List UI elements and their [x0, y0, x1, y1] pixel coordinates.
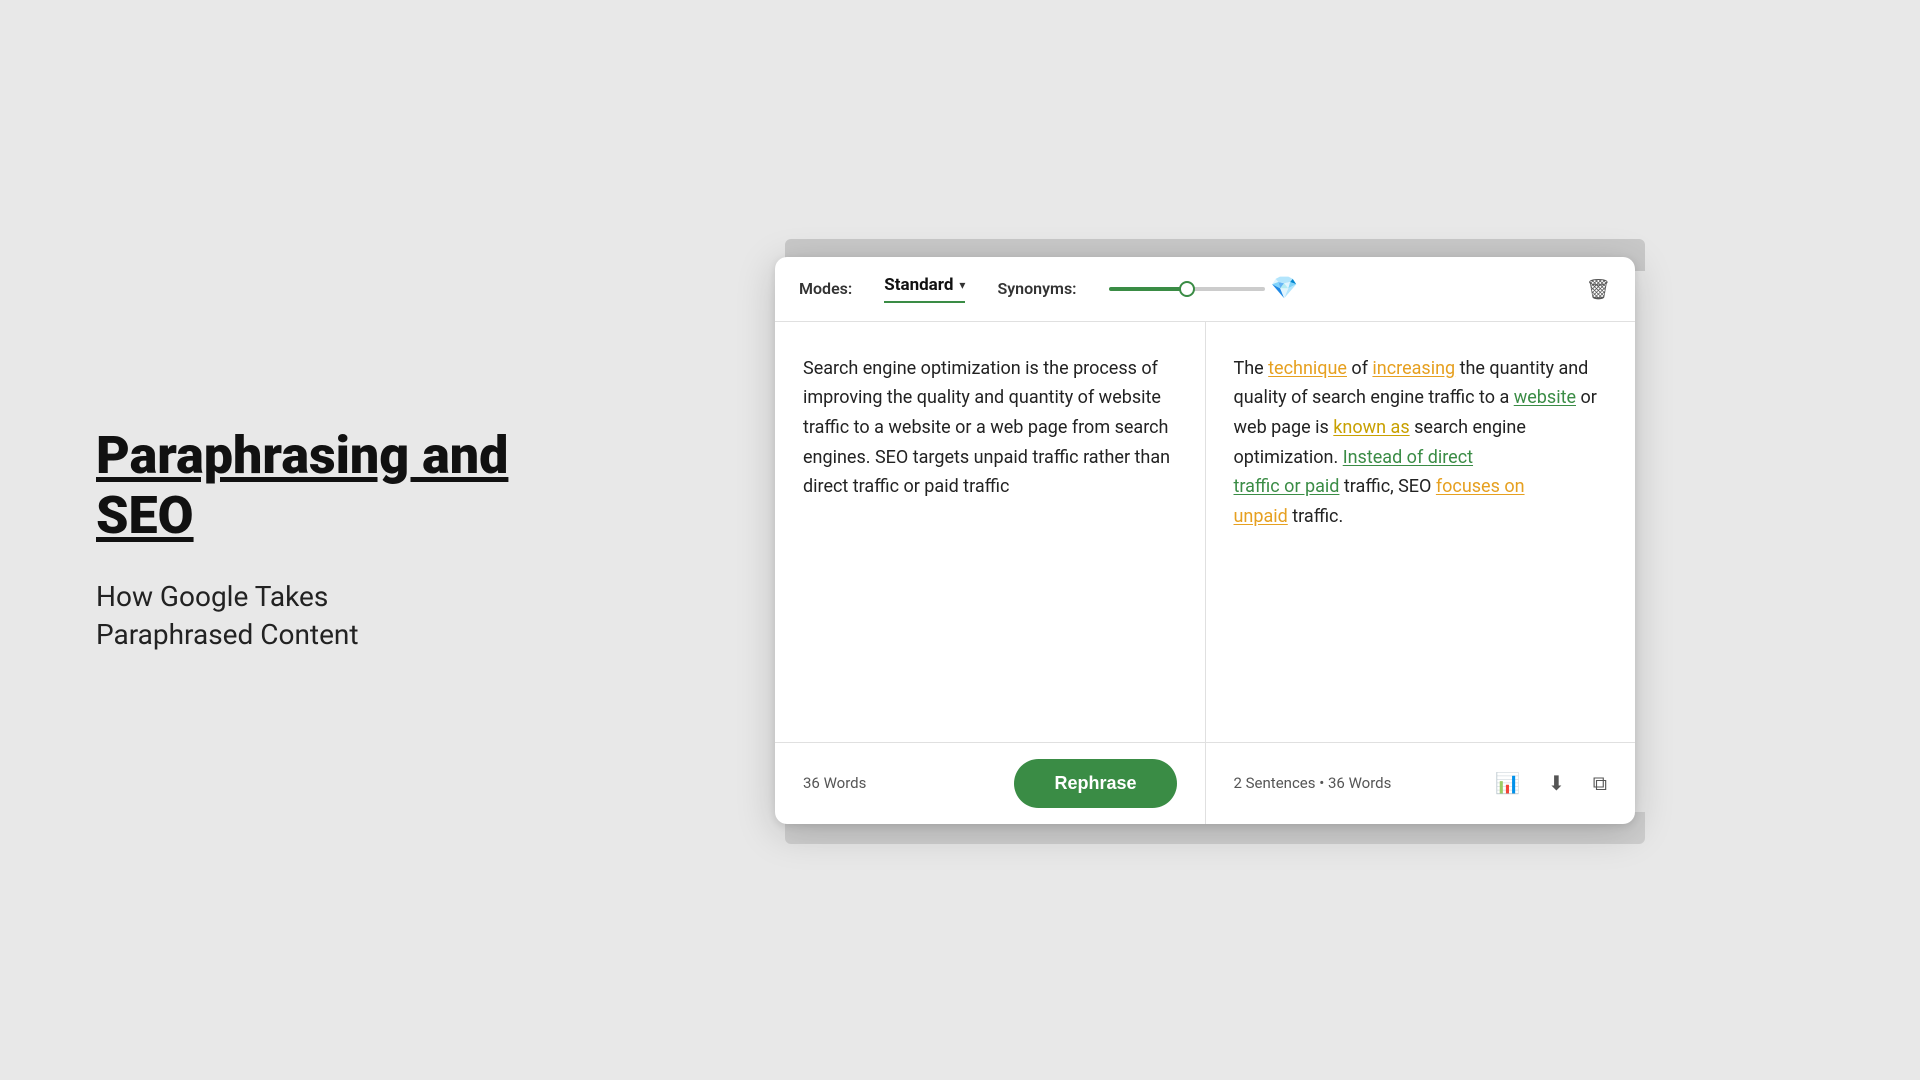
synonyms-slider[interactable]: 💎	[1109, 276, 1298, 301]
highlight-unpaid: unpaid	[1234, 506, 1288, 527]
highlight-increasing: increasing	[1372, 358, 1455, 379]
right-section: Modes: Standard ▾ Synonyms: 💎 🗑	[530, 257, 1920, 824]
input-text: Search engine optimization is the proces…	[803, 354, 1177, 502]
tool-wrapper: Modes: Standard ▾ Synonyms: 💎 🗑	[775, 257, 1635, 824]
highlight-technique: technique	[1268, 358, 1347, 379]
synonyms-label: Synonyms:	[997, 279, 1076, 298]
highlight-known-as: known as	[1333, 417, 1409, 438]
page-title: Paraphrasing and SEO	[96, 426, 530, 546]
page-subtitle: How Google Takes Paraphrased Content	[96, 578, 530, 654]
left-section: Paraphrasing and SEO How Google Takes Pa…	[0, 426, 530, 653]
delete-button[interactable]: 🗑	[1586, 277, 1611, 301]
left-footer: 36 Words Rephrase	[775, 743, 1206, 824]
tool-card: Modes: Standard ▾ Synonyms: 💎 🗑	[775, 257, 1635, 824]
rephrase-button[interactable]: Rephrase	[1014, 759, 1176, 808]
mode-value: Standard	[884, 275, 953, 295]
toolbar: Modes: Standard ▾ Synonyms: 💎 🗑	[775, 257, 1635, 322]
output-panel: The technique of increasing the quantity…	[1206, 322, 1636, 742]
right-footer: 2 Sentences • 36 Words 📊 ⬇ ⧉	[1206, 743, 1636, 824]
slider-empty-track	[1193, 287, 1265, 291]
download-icon-button[interactable]: ⬇	[1548, 771, 1565, 795]
highlight-focuses-on: focuses on	[1436, 476, 1525, 497]
slider-filled-track	[1109, 287, 1181, 291]
slider-thumb[interactable]	[1179, 281, 1195, 297]
highlight-instead: Instead of direct	[1343, 447, 1473, 468]
highlight-website: website	[1514, 387, 1576, 408]
highlight-traffic-or-paid: traffic or paid	[1234, 476, 1340, 497]
modes-label: Modes:	[799, 279, 852, 298]
footer: 36 Words Rephrase 2 Sentences • 36 Words…	[775, 742, 1635, 824]
input-panel[interactable]: Search engine optimization is the proces…	[775, 322, 1206, 742]
diamond-icon: 💎	[1271, 276, 1298, 301]
output-text: The technique of increasing the quantity…	[1234, 354, 1608, 532]
chevron-down-icon: ▾	[959, 278, 965, 292]
mode-dropdown[interactable]: Standard ▾	[884, 275, 965, 303]
content-area: Search engine optimization is the proces…	[775, 322, 1635, 742]
copy-icon-button[interactable]: ⧉	[1593, 771, 1607, 795]
word-count: 36 Words	[803, 774, 866, 792]
output-stats: 2 Sentences • 36 Words	[1234, 774, 1392, 792]
chart-icon-button[interactable]: 📊	[1495, 771, 1520, 795]
